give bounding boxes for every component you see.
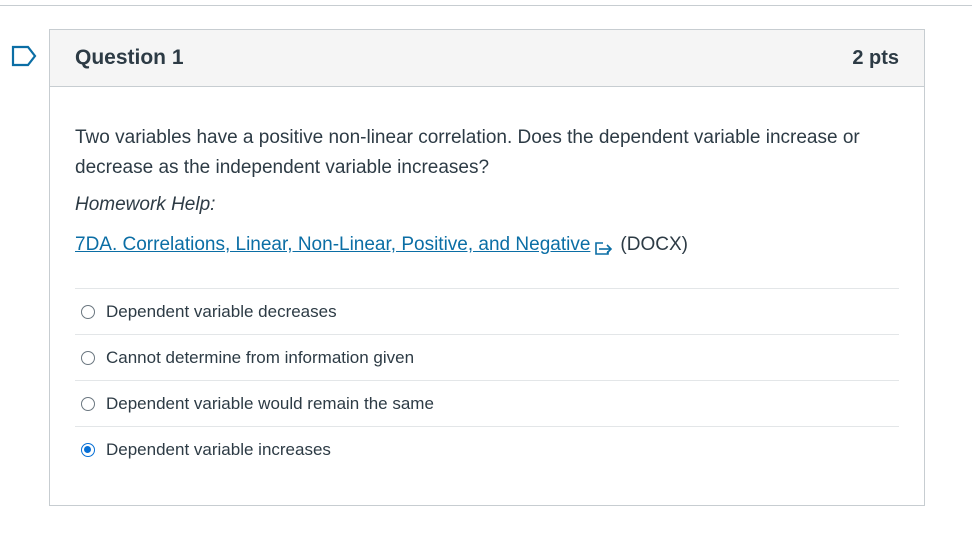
homework-help-link[interactable]: 7DA. Correlations, Linear, Non-Linear, P… xyxy=(75,232,590,258)
homework-help-label: Homework Help: xyxy=(75,194,216,215)
answer-list: Dependent variable decreases Cannot dete… xyxy=(75,288,899,473)
question-header: Question 1 2 pts xyxy=(50,30,924,87)
link-file-type: (DOCX) xyxy=(620,234,688,255)
question-card: Question 1 2 pts Two variables have a po… xyxy=(49,29,925,506)
answer-option[interactable]: Cannot determine from information given xyxy=(75,335,899,381)
radio-button[interactable] xyxy=(81,396,95,411)
radio-button[interactable] xyxy=(81,304,95,319)
answer-label[interactable]: Cannot determine from information given xyxy=(106,348,414,368)
answer-option-selected[interactable]: Dependent variable increases xyxy=(75,427,899,473)
question-text: Two variables have a positive non-linear… xyxy=(75,127,860,178)
radio-button-selected[interactable] xyxy=(81,443,95,457)
homework-help-link-row: 7DA. Correlations, Linear, Non-Linear, P… xyxy=(75,232,899,258)
question-title: Question 1 xyxy=(75,46,184,69)
external-link-icon[interactable] xyxy=(594,238,614,255)
flag-question-icon[interactable] xyxy=(11,45,37,67)
answer-option[interactable]: Dependent variable would remain the same xyxy=(75,381,899,427)
radio-button[interactable] xyxy=(81,350,95,365)
question-body: Two variables have a positive non-linear… xyxy=(50,87,924,473)
question-points: 2 pts xyxy=(852,46,899,69)
top-divider xyxy=(0,5,972,6)
answer-label[interactable]: Dependent variable decreases xyxy=(106,302,337,322)
answer-option[interactable]: Dependent variable decreases xyxy=(75,289,899,335)
answer-label[interactable]: Dependent variable would remain the same xyxy=(106,394,434,414)
answer-label[interactable]: Dependent variable increases xyxy=(106,440,331,460)
